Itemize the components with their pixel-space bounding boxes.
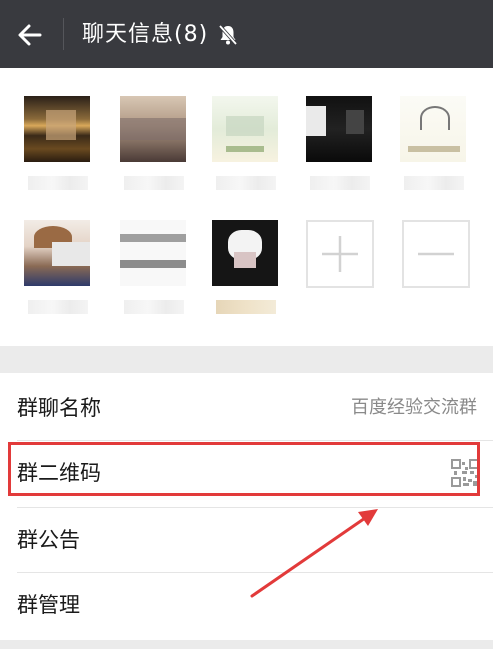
page-title: 聊天信息(8) — [82, 22, 209, 47]
avatar — [24, 220, 90, 286]
add-member-button[interactable] — [306, 220, 374, 288]
member-nickname — [28, 300, 88, 314]
back-button[interactable] — [14, 20, 46, 50]
group-name-value: 百度经验交流群 — [351, 397, 477, 418]
bottom-gap — [0, 640, 493, 649]
minus-icon — [418, 252, 454, 256]
group-notice-row[interactable]: 群公告 — [0, 508, 493, 572]
group-qr-label: 群二维码 — [17, 461, 101, 485]
avatar — [400, 96, 466, 162]
section-gap — [0, 346, 493, 373]
arrow-left-icon — [18, 24, 42, 46]
avatar — [24, 96, 90, 162]
group-qr-row[interactable]: 群二维码 — [0, 441, 493, 505]
plus-icon — [322, 236, 358, 272]
member-nickname — [404, 176, 464, 190]
avatar — [212, 96, 278, 162]
avatar — [120, 220, 186, 286]
member-nickname — [124, 176, 184, 190]
bell-off-icon — [216, 23, 240, 47]
avatar — [212, 220, 278, 286]
member-nickname — [216, 176, 276, 190]
top-bar: 聊天信息(8) — [0, 0, 493, 68]
header-divider — [63, 18, 64, 50]
group-name-row[interactable]: 群聊名称 百度经验交流群 — [0, 376, 493, 440]
group-name-label: 群聊名称 — [17, 396, 101, 420]
member-nickname — [216, 300, 276, 314]
member-nickname — [28, 176, 88, 190]
group-manage-row[interactable]: 群管理 — [0, 573, 493, 637]
avatar — [306, 96, 372, 162]
avatar — [120, 96, 186, 162]
member-nickname — [124, 300, 184, 314]
member-nickname — [310, 176, 370, 190]
member-grid — [0, 68, 493, 346]
remove-member-button[interactable] — [402, 220, 470, 288]
group-manage-label: 群管理 — [17, 593, 80, 617]
group-notice-label: 群公告 — [17, 528, 80, 552]
qr-code-icon — [451, 459, 479, 487]
header-title-group: 聊天信息(8) — [82, 20, 240, 50]
